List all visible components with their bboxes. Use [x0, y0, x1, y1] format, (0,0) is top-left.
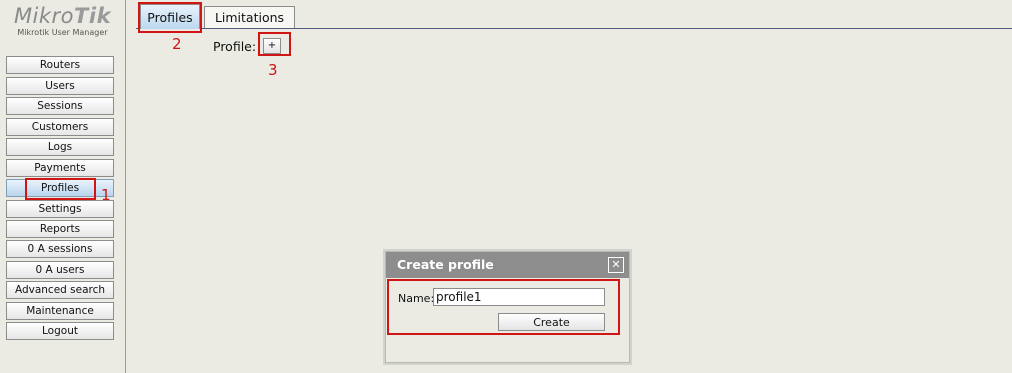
add-profile-button[interactable]: + — [263, 38, 281, 54]
sidebar-item-active-sessions[interactable]: 0 A sessions — [6, 240, 114, 258]
sidebar-item-users[interactable]: Users — [6, 77, 114, 95]
sidebar-item-settings[interactable]: Settings — [6, 200, 114, 218]
sidebar-item-reports[interactable]: Reports — [6, 220, 114, 238]
create-button[interactable]: Create — [498, 313, 605, 331]
sidebar-item-logs[interactable]: Logs — [6, 138, 114, 156]
profile-name-input[interactable] — [433, 288, 605, 306]
name-label: Name: — [398, 292, 435, 305]
tab-profiles[interactable]: Profiles — [140, 4, 200, 29]
brand-logo: MikroTik — [13, 4, 112, 28]
sidebar-item-routers[interactable]: Routers — [6, 56, 114, 74]
create-profile-dialog: Create profile ✕ Name: Create — [385, 251, 630, 363]
sidebar-item-maintenance[interactable]: Maintenance — [6, 302, 114, 320]
annotation-number-2: 2 — [172, 35, 182, 53]
sidebar-item-profiles[interactable]: Profiles — [6, 179, 114, 197]
sidebar-item-sessions[interactable]: Sessions — [6, 97, 114, 115]
annotation-number-3: 3 — [268, 61, 278, 79]
sidebar-item-customers[interactable]: Customers — [6, 118, 114, 136]
annotation-number-1: 1 — [101, 186, 111, 204]
close-icon[interactable]: ✕ — [608, 257, 624, 273]
profile-label: Profile: — [213, 39, 257, 54]
logo: MikroTik Mikrotik User Manager — [0, 4, 125, 38]
sidebar-item-active-users[interactable]: 0 A users — [6, 261, 114, 279]
tab-limitations[interactable]: Limitations — [204, 6, 295, 28]
sidebar-item-payments[interactable]: Payments — [6, 159, 114, 177]
sidebar-item-advanced-search[interactable]: Advanced search — [6, 281, 114, 299]
sidebar-item-logout[interactable]: Logout — [6, 322, 114, 340]
dialog-title: Create profile — [386, 252, 629, 278]
profile-row: Profile: + — [213, 36, 281, 54]
logo-subtitle: Mikrotik User Manager — [17, 28, 108, 37]
